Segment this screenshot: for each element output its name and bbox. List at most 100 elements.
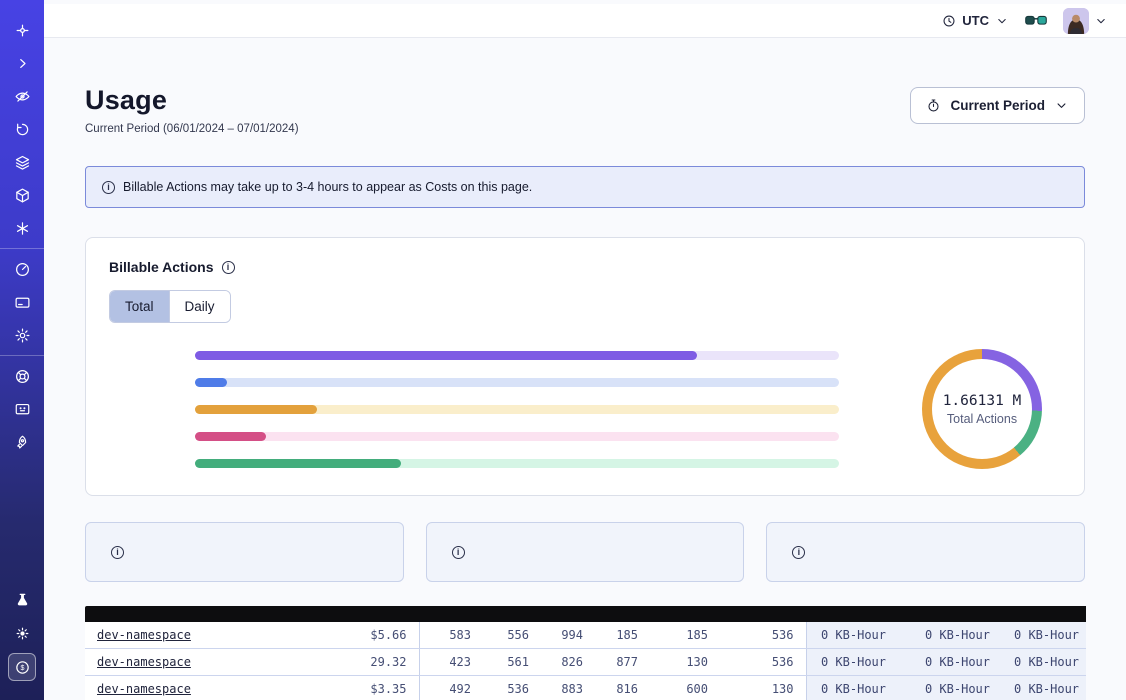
namespaces-eye-icon — [14, 88, 31, 105]
current-period-button[interactable]: Current Period — [910, 87, 1085, 124]
glasses-icon[interactable] — [1025, 13, 1047, 29]
clock-icon — [942, 14, 956, 28]
billing-card-icon — [14, 294, 31, 311]
cell-total-storage: 0 KB-Hour — [1002, 676, 1086, 700]
theme-sun-icon — [14, 625, 31, 642]
bar-row-queries — [109, 378, 903, 387]
settings-gear-icon — [14, 327, 31, 344]
tab-total[interactable]: Total — [110, 291, 170, 322]
chevron-down-icon — [1094, 14, 1108, 28]
bar-fill — [195, 351, 697, 360]
banner-text: Billable Actions may take up to 3-4 hour… — [123, 180, 532, 194]
history-nav[interactable] — [9, 116, 35, 142]
namespaces-eye-nav[interactable] — [9, 83, 35, 109]
storage-cards — [85, 522, 1085, 582]
lab-flask-nav[interactable] — [9, 587, 35, 613]
usage-coin-nav[interactable]: $ — [8, 653, 36, 681]
cell-activities: 423 — [419, 649, 483, 676]
bar-fill — [195, 459, 401, 468]
sidebar-bottom-group: $ — [0, 580, 44, 688]
gauge-nav[interactable] — [9, 256, 35, 282]
cell-cost: $5.66 — [311, 622, 419, 649]
temporal-logo-nav[interactable] — [9, 17, 35, 43]
total-storage-card — [766, 522, 1085, 582]
col-header-total-actions — [720, 606, 806, 622]
theme-sun-nav[interactable] — [9, 620, 35, 646]
account-menu[interactable] — [1063, 8, 1108, 34]
getting-started-rocket-nav[interactable] — [9, 429, 35, 455]
col-header-workflows — [650, 606, 720, 622]
getting-started-rocket-icon — [14, 434, 31, 451]
bar-fill — [195, 432, 266, 441]
bar-row-timers — [109, 432, 903, 441]
col-header-total-storage — [1002, 606, 1086, 622]
bar-fill — [195, 405, 317, 414]
donut-chart-wrap: 1.66131 M Total Actions — [903, 349, 1061, 469]
info-icon[interactable] — [222, 261, 235, 274]
chevron-down-icon — [995, 14, 1009, 28]
cell-namespace: dev-namespace — [85, 676, 311, 700]
usage-table: dev-namespace$5.665835569941851855360 KB… — [85, 606, 1086, 700]
cell-activities: 492 — [419, 676, 483, 700]
support-buoy-nav[interactable] — [9, 363, 35, 389]
cell-total-actions: 130 — [720, 676, 806, 700]
page-subtitle: Current Period (06/01/2024 – 07/01/2024) — [85, 123, 299, 135]
col-header-queries — [483, 606, 541, 622]
cube-nav[interactable] — [9, 182, 35, 208]
feedback-monitor-icon — [14, 401, 31, 418]
layers-nav[interactable] — [9, 149, 35, 175]
bar-track — [195, 378, 839, 387]
cell-timers: 877 — [595, 649, 650, 676]
usage-table-wrap: dev-namespace$5.665835569941851855360 KB… — [85, 606, 1085, 700]
retained-storage-card — [426, 522, 745, 582]
cell-workflows: 600 — [650, 676, 720, 700]
bar-chart — [109, 351, 903, 468]
namespace-link[interactable]: dev-namespace — [97, 628, 191, 642]
settings-gear-nav[interactable] — [9, 322, 35, 348]
bar-track — [195, 432, 839, 441]
namespace-link[interactable]: dev-namespace — [97, 682, 191, 696]
cell-active-storage: 0 KB-Hour — [806, 622, 898, 649]
col-header-namespace — [85, 606, 311, 622]
cell-signals: 994 — [541, 622, 595, 649]
cell-queries: 561 — [483, 649, 541, 676]
info-icon[interactable] — [452, 546, 465, 559]
col-header-signals — [541, 606, 595, 622]
bar-track — [195, 405, 839, 414]
total-actions-value: 1.66131 M — [943, 393, 1022, 409]
donut-center: 1.66131 M Total Actions — [922, 349, 1042, 469]
page-head: Usage Current Period (06/01/2024 – 07/01… — [85, 85, 1085, 135]
usage-coin-icon: $ — [14, 659, 31, 676]
active-storage-card — [85, 522, 404, 582]
chevron-right-icon — [14, 55, 31, 72]
cell-timers: 185 — [595, 622, 650, 649]
topbar: UTC — [44, 4, 1126, 38]
info-icon[interactable] — [792, 546, 805, 559]
bar-fill — [195, 378, 227, 387]
page-title: Usage — [85, 85, 299, 116]
history-icon — [14, 121, 31, 138]
billable-view-tabs: TotalDaily — [109, 290, 231, 323]
cell-activities: 583 — [419, 622, 483, 649]
info-banner: Billable Actions may take up to 3-4 hour… — [85, 166, 1085, 208]
tab-daily[interactable]: Daily — [170, 291, 230, 322]
layers-icon — [14, 154, 31, 171]
cell-cost: 29.32 — [311, 649, 419, 676]
cell-total-storage: 0 KB-Hour — [1002, 622, 1086, 649]
chevron-right-nav[interactable] — [9, 50, 35, 76]
cell-namespace: dev-namespace — [85, 622, 311, 649]
info-icon[interactable] — [111, 546, 124, 559]
namespace-link[interactable]: dev-namespace — [97, 655, 191, 669]
main-column: UTC — [44, 0, 1126, 700]
asterisk-nav[interactable] — [9, 215, 35, 241]
timezone-selector[interactable]: UTC — [942, 13, 1009, 28]
cell-active-storage: 0 KB-Hour — [806, 676, 898, 700]
feedback-monitor-nav[interactable] — [9, 396, 35, 422]
billing-card-nav[interactable] — [9, 289, 35, 315]
svg-text:$: $ — [20, 664, 24, 672]
donut-chart: 1.66131 M Total Actions — [922, 349, 1042, 469]
cell-signals: 883 — [541, 676, 595, 700]
chevron-down-icon — [1054, 98, 1069, 113]
col-header-retained-storage — [898, 606, 1002, 622]
sidebar-group — [0, 10, 44, 248]
